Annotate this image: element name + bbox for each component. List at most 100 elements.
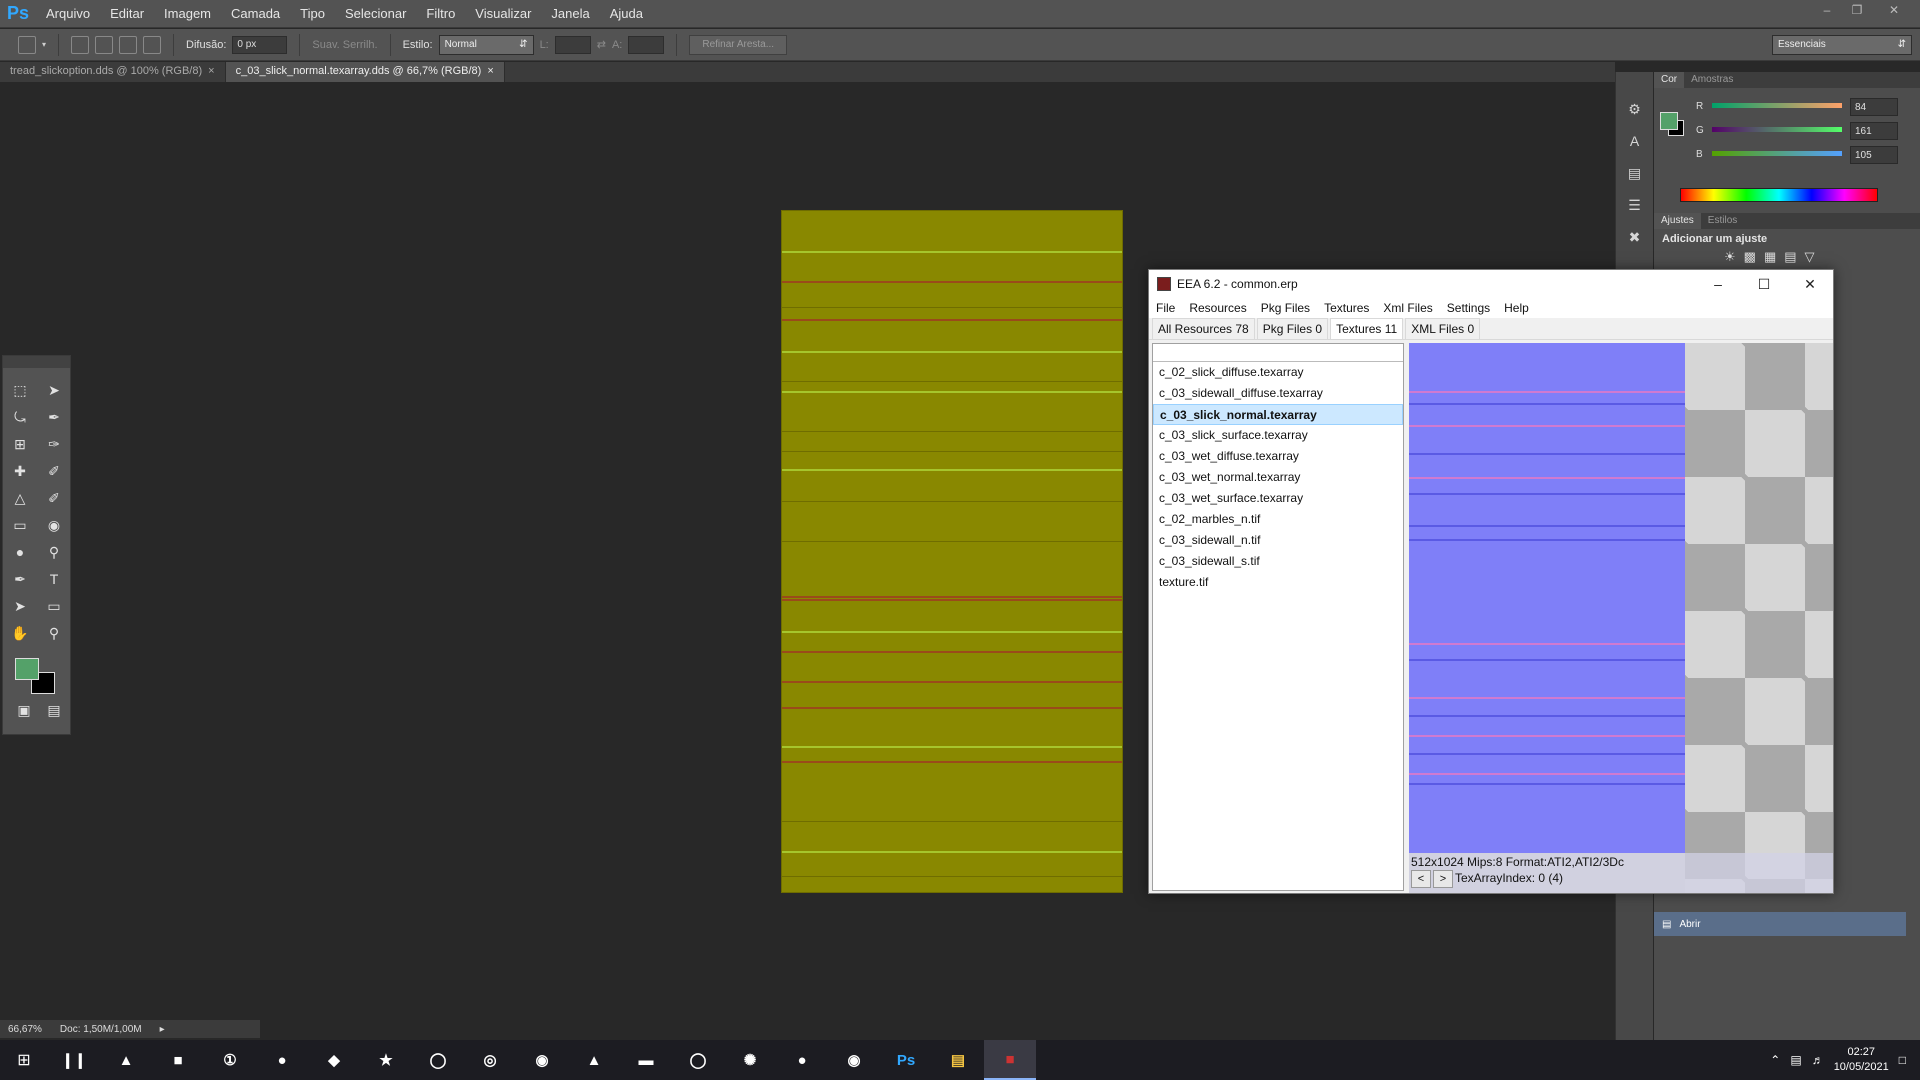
steam-s-icon[interactable]: ◉ [516,1040,568,1080]
tab-amostras[interactable]: Amostras [1684,72,1740,88]
maximize-icon[interactable]: ☐ [1741,270,1787,298]
history-item-open[interactable]: ▤ Abrir [1654,912,1906,936]
blur-icon[interactable]: ● [7,540,33,564]
game-blue-icon[interactable]: ◆ [308,1040,360,1080]
list-item[interactable]: c_03_wet_normal.texarray [1153,467,1403,488]
tab-cor[interactable]: Cor [1654,72,1685,88]
character-panel-icon[interactable]: A [1621,128,1649,154]
tab-all-resources[interactable]: All Resources 78 [1152,318,1255,339]
eea-menu-settings[interactable]: Settings [1440,301,1497,315]
eea-taskbar-icon[interactable]: ■ [984,1040,1036,1080]
close-tab-icon[interactable]: × [208,65,214,77]
tab-estilos[interactable]: Estilos [1701,213,1744,229]
game-flag-icon[interactable]: ▬ [620,1040,672,1080]
app-7-icon[interactable]: ① [204,1040,256,1080]
game-5-icon[interactable]: ● [256,1040,308,1080]
height-input[interactable] [628,35,665,54]
list-item[interactable]: c_03_wet_diffuse.texarray [1153,446,1403,467]
tab-textures[interactable]: Textures 11 [1330,318,1404,339]
red-value-input[interactable]: 84 [1850,98,1898,116]
menu-imagem[interactable]: Imagem [154,6,221,21]
exposure-icon[interactable]: ▤ [1784,249,1796,265]
rectangle-shape-icon[interactable]: ▭ [41,594,67,618]
gradient-icon[interactable]: ▽ [1805,249,1815,265]
play-icon[interactable]: ▸ [160,1024,165,1035]
workspace-select[interactable]: Essenciais ⇵ [1772,34,1912,55]
tab-c03-slick-normal[interactable]: c_03_slick_normal.texarray.dds @ 66,7% (… [225,62,505,82]
next-index-button[interactable]: > [1433,870,1453,888]
firefox-icon[interactable]: ◉ [828,1040,880,1080]
subtract-selection-icon[interactable] [119,35,138,54]
lasso-icon[interactable]: ⤿ [7,405,33,429]
notification-icon[interactable]: □ [1899,1053,1906,1067]
list-item[interactable]: c_03_sidewall_n.tif [1153,530,1403,551]
eyedropper-icon[interactable]: ✑ [41,432,67,456]
eea-menu-xml-files[interactable]: Xml Files [1376,301,1439,315]
quick-select-icon[interactable]: ✒ [41,405,67,429]
task-view-icon[interactable]: ❙❙ [48,1040,100,1080]
add-selection-icon[interactable] [95,35,114,54]
blue-value-input[interactable]: 105 [1850,146,1898,164]
dodge-icon[interactable]: ⚲ [41,540,67,564]
tools-presets-icon[interactable]: ✖ [1621,224,1649,250]
app-chart-icon[interactable]: ◎ [464,1040,516,1080]
close-icon[interactable]: ✕ [1787,270,1833,298]
new-selection-icon[interactable] [71,35,90,54]
color-spectrum[interactable] [1680,188,1878,202]
motogp-21-icon[interactable]: ▲ [568,1040,620,1080]
network-icon[interactable]: ▤ [1790,1053,1801,1067]
eea-menu-pkg-files[interactable]: Pkg Files [1254,301,1317,315]
type-icon[interactable]: T [41,567,67,591]
prev-index-button[interactable]: < [1411,870,1431,888]
green-slider[interactable] [1712,127,1842,132]
list-item[interactable]: texture.tif [1153,572,1403,593]
history-panel-icon[interactable]: ⚙ [1621,96,1649,122]
paint-bucket-icon[interactable]: ◉ [41,513,67,537]
eea-titlebar[interactable]: EEA 6.2 - common.erp – ☐ ✕ [1149,270,1833,298]
foreground-color-swatch[interactable] [15,658,39,680]
app-fan-icon[interactable]: ✺ [724,1040,776,1080]
volume-icon[interactable]: ♬ [1812,1053,1824,1067]
tab-pkg-files[interactable]: Pkg Files 0 [1256,318,1329,339]
antialias-checkbox[interactable]: Suav. Serrilh. [312,39,377,51]
red-slider[interactable] [1712,103,1842,108]
rect-marquee-icon[interactable]: ⬚ [7,378,33,402]
quick-mask-icon[interactable]: ▣ [11,698,37,722]
chevron-up-icon[interactable]: ⌃ [1770,1053,1780,1067]
eea-menu-file[interactable]: File [1149,301,1182,315]
explorer-icon[interactable]: ▤ [932,1040,984,1080]
marquee-tool-icon[interactable] [18,35,36,54]
zoom-icon[interactable]: ⚲ [41,621,67,645]
green-value-input[interactable]: 161 [1850,122,1898,140]
photoshop-icon[interactable]: Ps [880,1040,932,1080]
hand-icon[interactable]: ✋ [7,621,33,645]
windows-start-icon[interactable]: ⊞ [0,1040,48,1080]
menu-ajuda[interactable]: Ajuda [600,6,653,21]
tab-xml-files[interactable]: XML Files 0 [1405,318,1481,339]
zoom-level[interactable]: 66,67% [8,1024,42,1035]
path-select-icon[interactable]: ➤ [7,594,33,618]
restore-icon[interactable]: ❐ [1845,0,1869,20]
swap-icon[interactable]: ⇄ [597,38,606,51]
curves-icon[interactable]: ▦ [1764,249,1776,265]
menu-camada[interactable]: Camada [221,6,290,21]
minimize-icon[interactable]: – [1695,270,1741,298]
style-select[interactable]: Normal ⇵ [438,34,534,55]
healing-brush-icon[interactable]: ✚ [7,459,33,483]
eea-menu-help[interactable]: Help [1497,301,1536,315]
blue-slider[interactable] [1712,151,1842,156]
layer-comps-icon[interactable]: ▤ [1621,160,1649,186]
list-item-selected[interactable]: c_03_slick_normal.texarray [1153,404,1403,425]
eea-menu-resources[interactable]: Resources [1182,301,1253,315]
list-item[interactable]: c_03_sidewall_s.tif [1153,551,1403,572]
close-icon[interactable]: ✕ [1882,0,1906,20]
minimize-icon[interactable]: – [1815,0,1839,20]
app-circle-icon[interactable]: ◯ [412,1040,464,1080]
menu-tipo[interactable]: Tipo [290,6,335,21]
tab-tread-slickoption[interactable]: tread_slickoption.dds @ 100% (RGB/8) × [0,62,226,82]
width-input[interactable] [554,35,591,54]
menu-janela[interactable]: Janela [541,6,599,21]
eraser-icon[interactable]: ▭ [7,513,33,537]
list-item[interactable]: c_03_wet_surface.texarray [1153,488,1403,509]
paragraph-icon[interactable]: ☰ [1621,192,1649,218]
